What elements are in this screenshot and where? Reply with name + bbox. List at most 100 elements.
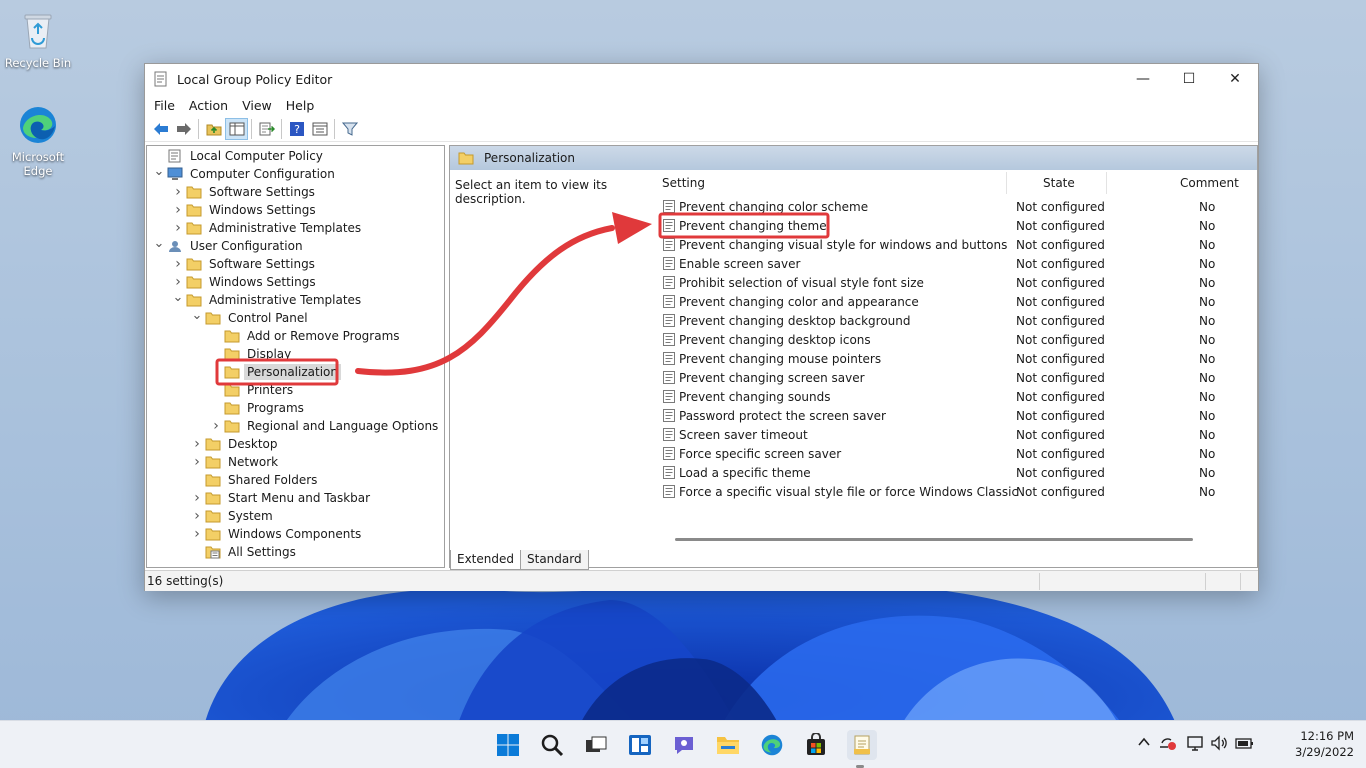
tree-item[interactable]: › Software Settings [170, 255, 318, 273]
properties-button[interactable] [308, 118, 331, 140]
horizontal-scrollbar[interactable] [675, 538, 1193, 541]
tree-item[interactable]: ⌄ Administrative Templates [170, 290, 364, 309]
chevron-right-icon[interactable]: › [189, 508, 205, 524]
chevron-down-icon[interactable]: ⌄ [170, 290, 186, 305]
volume-button[interactable] [1211, 735, 1229, 755]
policy-row[interactable]: Prevent changing screen saver Not configu… [660, 368, 1257, 387]
policy-comment: No [1199, 313, 1216, 328]
tree-item[interactable]: › Windows Settings [170, 273, 319, 291]
chevron-right-icon[interactable]: › [189, 526, 205, 542]
column-divider[interactable] [1006, 172, 1007, 194]
policy-row[interactable]: Password protect the screen saver Not con… [660, 406, 1257, 425]
tree-item[interactable]: › Windows Components [189, 525, 364, 543]
policy-row[interactable]: Load a specific theme Not configured No [660, 463, 1257, 482]
export-list-button[interactable] [255, 118, 278, 140]
maximize-button[interactable]: ☐ [1166, 64, 1212, 94]
tree-item[interactable]: Personalization [208, 363, 341, 381]
tree-item[interactable]: › Software Settings [170, 183, 318, 201]
chevron-right-icon[interactable]: › [170, 202, 186, 218]
tree-item[interactable]: › Regional and Language Options [208, 417, 441, 435]
tree-item[interactable]: › Windows Settings [170, 201, 319, 219]
tree-item[interactable]: Shared Folders [189, 471, 320, 489]
edge-taskbar-button[interactable] [759, 732, 785, 758]
chevron-right-icon[interactable]: › [170, 274, 186, 290]
show-hidden-icons-button[interactable] [1137, 735, 1151, 753]
policy-row[interactable]: Prohibit selection of visual style font … [660, 273, 1257, 292]
search-button[interactable] [539, 732, 565, 758]
all-settings-icon [205, 546, 221, 559]
tree-item[interactable]: ⌄ Control Panel [189, 308, 311, 327]
column-divider[interactable] [1106, 172, 1107, 194]
chat-button[interactable] [671, 732, 697, 758]
tree-item[interactable]: Programs [208, 399, 307, 417]
tree-item[interactable]: › Start Menu and Taskbar [189, 489, 373, 507]
filter-button[interactable] [338, 118, 361, 140]
policy-row[interactable]: Prevent changing sounds Not configured No [660, 387, 1257, 406]
menu-file[interactable]: File [147, 98, 182, 113]
policy-row[interactable]: Prevent changing color and appearance Not… [660, 292, 1257, 311]
policy-row[interactable]: Prevent changing theme Not configured No [660, 216, 1257, 235]
back-button[interactable] [149, 118, 172, 140]
menu-help[interactable]: Help [279, 98, 322, 113]
chevron-right-icon[interactable]: › [170, 256, 186, 272]
chevron-down-icon[interactable]: ⌄ [151, 164, 167, 179]
task-view-button[interactable] [583, 732, 609, 758]
chevron-right-icon[interactable]: › [189, 490, 205, 506]
back-icon [153, 122, 168, 135]
display-button[interactable] [1187, 735, 1205, 755]
tree-item[interactable]: Printers [208, 381, 296, 399]
battery-button[interactable] [1235, 735, 1255, 755]
tree-item[interactable]: › Network [189, 453, 281, 471]
file-explorer-button[interactable] [715, 732, 741, 758]
window-title: Local Group Policy Editor [177, 71, 333, 87]
column-setting[interactable]: Setting [662, 176, 705, 190]
minimize-button[interactable]: — [1120, 64, 1166, 94]
chevron-down-icon[interactable]: ⌄ [151, 236, 167, 251]
desktop-icon-edge[interactable]: Microsoft Edge [1, 104, 75, 178]
network-alert-button[interactable] [1159, 735, 1177, 755]
tree-item[interactable]: › System [189, 507, 276, 525]
policy-row[interactable]: Enable screen saver Not configured No [660, 254, 1257, 273]
tree-item[interactable]: ⌄ Computer Configuration [151, 164, 338, 183]
chevron-right-icon[interactable]: › [170, 220, 186, 236]
policy-row[interactable]: Force specific screen saver Not configure… [660, 444, 1257, 463]
help-button[interactable]: ? [285, 118, 308, 140]
tree-item[interactable]: All Settings [189, 543, 299, 561]
store-button[interactable] [803, 732, 829, 758]
desktop-icon-recycle-bin[interactable]: Recycle Bin [1, 10, 75, 70]
policy-row[interactable]: Prevent changing desktop background Not c… [660, 311, 1257, 330]
menu-view[interactable]: View [235, 98, 279, 113]
policy-row[interactable]: Screen saver timeout Not configured No [660, 425, 1257, 444]
title-bar[interactable]: Local Group Policy Editor — ☐ ✕ [145, 64, 1258, 94]
chevron-right-icon[interactable]: › [189, 454, 205, 470]
tree-item[interactable]: Add or Remove Programs [208, 327, 403, 345]
start-button[interactable] [495, 732, 521, 758]
policy-row[interactable]: Prevent changing visual style for window… [660, 235, 1257, 254]
up-one-level-button[interactable] [202, 118, 225, 140]
column-comment[interactable]: Comment [1180, 176, 1239, 190]
policy-row[interactable]: Force a specific visual style file or fo… [660, 482, 1257, 501]
column-state[interactable]: State [1043, 176, 1075, 190]
widgets-button[interactable] [627, 732, 653, 758]
tree-item[interactable]: Display [208, 345, 294, 363]
chevron-right-icon[interactable]: › [170, 184, 186, 200]
chevron-down-icon[interactable]: ⌄ [189, 308, 205, 323]
menu-action[interactable]: Action [182, 98, 235, 113]
tree-item[interactable]: ⌄ User Configuration [151, 236, 306, 255]
group-policy-taskbar-button[interactable] [847, 730, 877, 768]
forward-button[interactable] [172, 118, 195, 140]
policy-row[interactable]: Prevent changing desktop icons Not config… [660, 330, 1257, 349]
clock[interactable]: 12:16 PM 3/29/2022 [1295, 728, 1354, 760]
tree-item[interactable]: Local Computer Policy [151, 147, 326, 165]
tree-item[interactable]: › Desktop [189, 435, 281, 453]
policy-row[interactable]: Prevent changing mouse pointers Not confi… [660, 349, 1257, 368]
policy-setting: Prevent changing mouse pointers [679, 351, 882, 366]
tree-item[interactable]: › Administrative Templates [170, 219, 364, 237]
close-button[interactable]: ✕ [1212, 64, 1258, 94]
chevron-right-icon[interactable]: › [189, 436, 205, 452]
tab-standard[interactable]: Standard [520, 550, 589, 570]
chevron-right-icon[interactable]: › [208, 418, 224, 434]
tab-extended[interactable]: Extended [450, 550, 521, 570]
policy-row[interactable]: Prevent changing color scheme Not configu… [660, 197, 1257, 216]
show-hide-tree-button[interactable] [225, 117, 248, 140]
